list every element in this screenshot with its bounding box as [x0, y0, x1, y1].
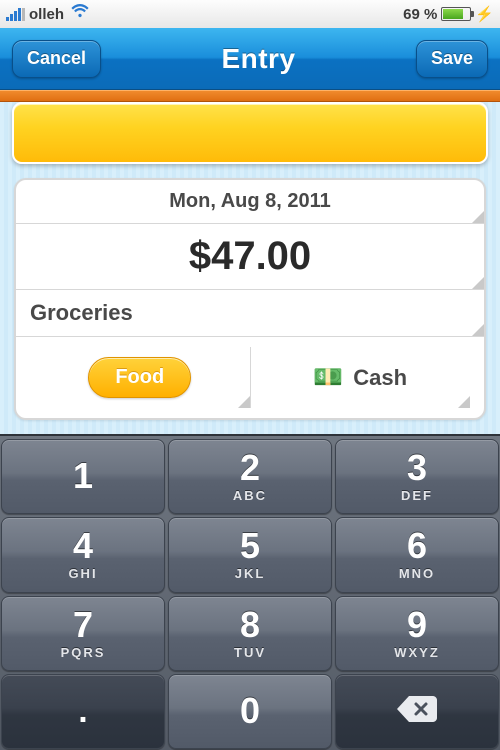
- amount-row[interactable]: $47.00: [16, 224, 484, 290]
- page-title: Entry: [221, 43, 295, 75]
- corner-indicator-icon: [472, 324, 484, 336]
- corner-indicator-icon: [458, 396, 470, 408]
- key-5[interactable]: 5JKL: [168, 517, 332, 592]
- key-backspace[interactable]: [335, 674, 499, 749]
- date-row[interactable]: Mon, Aug 8, 2011: [16, 180, 484, 224]
- payment-cell[interactable]: 💵 Cash: [250, 347, 471, 408]
- category-cell[interactable]: Food: [30, 347, 250, 408]
- key-9[interactable]: 9WXYZ: [335, 596, 499, 671]
- carrier-label: olleh: [29, 6, 64, 23]
- corner-indicator-icon: [238, 396, 250, 408]
- accent-strip: [0, 90, 500, 102]
- charging-icon: ⚡: [475, 5, 494, 23]
- cancel-button[interactable]: Cancel: [12, 40, 101, 78]
- battery-icon: [441, 7, 471, 21]
- signal-bars-icon: [6, 7, 25, 21]
- category-pill: Food: [88, 357, 191, 398]
- key-2[interactable]: 2ABC: [168, 439, 332, 514]
- key-3[interactable]: 3DEF: [335, 439, 499, 514]
- wifi-icon: [71, 4, 89, 23]
- payment-label: Cash: [353, 365, 407, 391]
- header-banner[interactable]: [12, 102, 488, 164]
- entry-card: Mon, Aug 8, 2011 $47.00 Groceries Food: [14, 178, 486, 420]
- key-1[interactable]: 1: [1, 439, 165, 514]
- key-dot[interactable]: .: [1, 674, 165, 749]
- note-value: Groceries: [30, 300, 133, 325]
- key-7[interactable]: 7PQRS: [1, 596, 165, 671]
- note-row[interactable]: Groceries: [16, 290, 484, 337]
- battery-pct: 69 %: [403, 6, 437, 23]
- nav-bar: Cancel Entry Save: [0, 28, 500, 90]
- amount-value: $47.00: [189, 234, 311, 278]
- date-value: Mon, Aug 8, 2011: [169, 190, 331, 212]
- numeric-keypad: 1 2ABC 3DEF 4GHI 5JKL 6MNO 7PQRS 8TUV 9W…: [0, 434, 500, 750]
- backspace-icon: [395, 694, 439, 729]
- key-6[interactable]: 6MNO: [335, 517, 499, 592]
- corner-indicator-icon: [472, 211, 484, 223]
- save-button[interactable]: Save: [416, 40, 488, 78]
- key-0[interactable]: 0: [168, 674, 332, 749]
- cash-icon: 💵: [313, 363, 343, 392]
- content-area: Mon, Aug 8, 2011 $47.00 Groceries Food: [0, 102, 500, 434]
- corner-indicator-icon: [472, 277, 484, 289]
- key-4[interactable]: 4GHI: [1, 517, 165, 592]
- status-bar: olleh 69 % ⚡: [0, 0, 500, 28]
- key-8[interactable]: 8TUV: [168, 596, 332, 671]
